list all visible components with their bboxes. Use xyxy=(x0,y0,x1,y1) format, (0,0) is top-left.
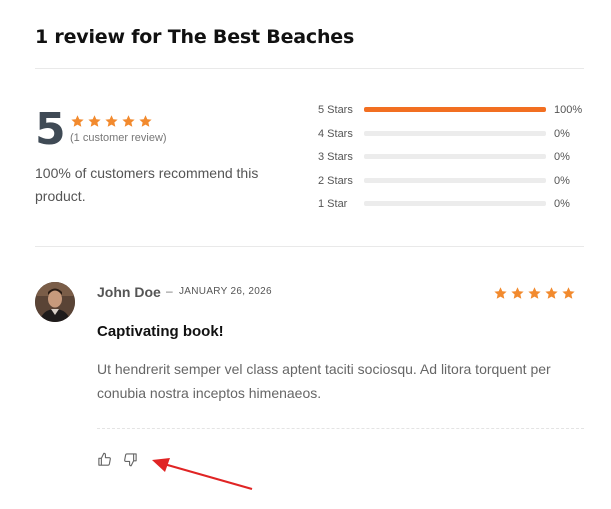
rating-bar xyxy=(364,130,546,136)
author-date-separator: – xyxy=(166,284,173,298)
rating-row: 1 Star 0% xyxy=(318,196,588,212)
rating-bar-fill xyxy=(364,107,546,112)
thumbs-down-icon[interactable] xyxy=(123,452,138,472)
rating-row: 2 Stars 0% xyxy=(318,173,588,189)
annotation-arrow xyxy=(152,458,253,491)
rating-row: 3 Stars 0% xyxy=(318,149,588,165)
divider-top xyxy=(35,68,584,69)
rating-row-label: 3 Stars xyxy=(318,151,353,163)
rating-bar xyxy=(364,107,546,112)
rating-bar xyxy=(364,201,546,206)
rating-row-label: 4 Stars xyxy=(318,127,353,140)
rating-row-label: 1 Star xyxy=(318,198,348,210)
rating-row-label: 5 Stars xyxy=(318,104,353,116)
rating-row-label: 2 Stars xyxy=(318,174,353,187)
rating-bar xyxy=(364,154,546,159)
average-rating: 5 xyxy=(35,104,66,155)
review-date: JANUARY 26, 2026 xyxy=(179,286,272,297)
reviews-heading: 1 review for The Best Beaches xyxy=(35,26,355,48)
star-icon xyxy=(122,115,135,127)
star-icon xyxy=(562,287,575,299)
recommend-text: 100% of customers recommend this product… xyxy=(35,165,259,204)
star-icon xyxy=(494,287,507,299)
rating-row: 5 Stars 100% xyxy=(318,102,588,118)
star-icon xyxy=(511,287,524,299)
star-icon xyxy=(105,115,118,127)
rating-bar xyxy=(364,177,546,183)
summary-stars xyxy=(70,114,153,129)
star-icon xyxy=(528,287,541,299)
rating-row-percent: 0% xyxy=(554,198,570,210)
review-author: John Doe xyxy=(97,284,161,300)
review-body: Ut hendrerit semper vel class aptent tac… xyxy=(97,361,551,401)
rating-row-percent: 100% xyxy=(554,104,583,116)
divider-middle xyxy=(35,246,584,247)
rating-row-percent: 0% xyxy=(554,127,570,140)
star-icon xyxy=(71,115,84,127)
thumbs-up-icon[interactable] xyxy=(97,452,112,472)
rating-row-percent: 0% xyxy=(554,151,570,163)
star-icon xyxy=(88,115,101,127)
star-icon xyxy=(545,287,558,299)
rating-row: 4 Stars 0% xyxy=(318,126,588,142)
review-divider xyxy=(97,428,584,429)
rating-row-percent: 0% xyxy=(554,174,570,187)
review-count: (1 customer review) xyxy=(70,132,167,144)
review-stars xyxy=(493,286,576,301)
star-icon xyxy=(139,115,152,127)
review-title: Captivating book! xyxy=(97,323,224,340)
avatar xyxy=(35,282,75,322)
